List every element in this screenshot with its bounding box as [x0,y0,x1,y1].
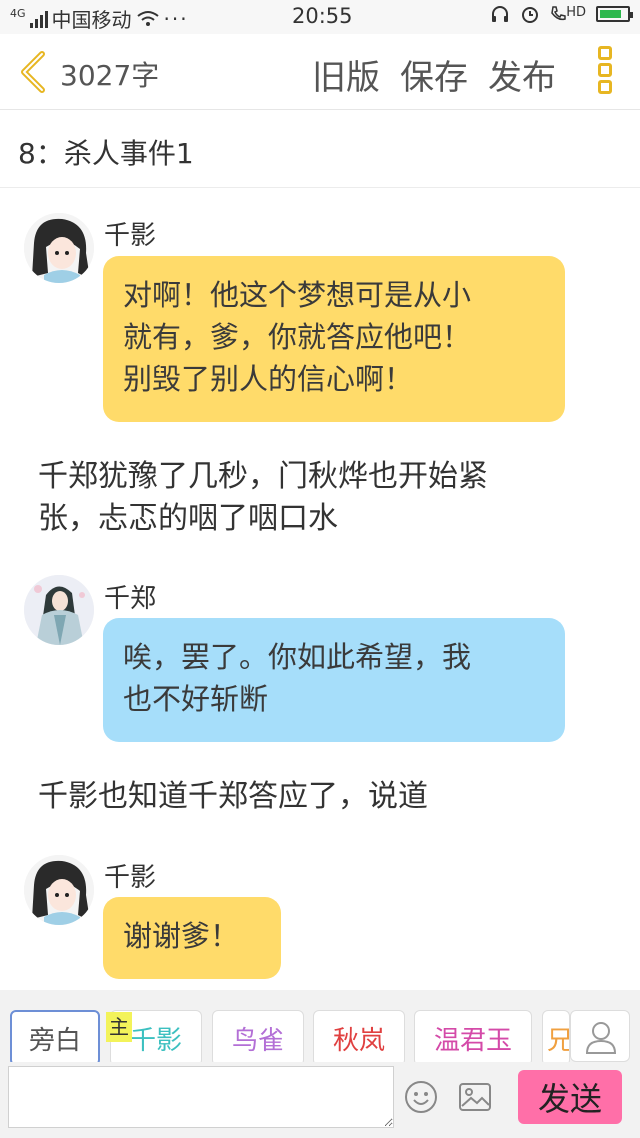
dialogue-bubble[interactable]: 唉，罢了。你如此希望，我 也不好斩断 [103,618,565,742]
role-qiulan[interactable]: 秋岚 [313,1010,405,1066]
narration-line: 千影也知道千郑答应了，说道 [38,779,428,814]
main-character-tag: 主 [106,1012,132,1042]
role-label: 秋岚 [332,1025,385,1056]
status-right: HD [490,4,633,24]
image-icon [459,1083,491,1111]
wifi-icon [136,10,159,26]
emoji-button[interactable] [404,1080,438,1114]
hd-call-icon: HD [550,5,586,23]
role-label: 兄 [547,1020,569,1057]
speaker-name: 千影 [104,221,157,251]
speaker-name: 千郑 [104,584,157,614]
back-chevron-icon [21,51,45,93]
hd-label: HD [566,5,586,20]
avatar-qianying[interactable] [24,213,94,283]
role-wenjunyu[interactable]: 温君玉 [414,1010,532,1066]
speaker-name: 千影 [104,863,157,893]
narration-line: 张，忐忑的咽了咽口水 [38,501,338,536]
character-manage-button[interactable] [570,1010,630,1062]
role-label: 千影 [129,1025,182,1056]
role-label: 旁白 [28,1025,81,1056]
signal-icon [29,10,48,28]
word-count: 3027字 [60,59,160,92]
emoji-icon [405,1081,437,1113]
bubble-line: 唉，罢了。你如此希望，我 [123,640,472,674]
menu-icon[interactable] [594,46,616,98]
network-type: 4G [10,6,26,20]
avatar-qianying[interactable] [24,855,94,925]
send-button[interactable]: 发送 [518,1070,622,1124]
image-button[interactable] [458,1082,492,1112]
battery-icon [596,6,633,22]
status-bar: 4G 中国移动 ··· 20:55 HD [0,0,640,34]
role-label: 鸟雀 [231,1025,284,1056]
narration-block[interactable]: 千影也知道千郑答应了，说道 [38,776,598,818]
profile-icon [585,1022,617,1054]
bubble-line: 也不好斩断 [123,682,269,716]
role-partial[interactable]: 兄 [542,1010,570,1066]
role-niaoque[interactable]: 鸟雀 [212,1010,304,1066]
editor-header: 3027字 旧版 保存 发布 [0,34,640,110]
narration-line: 千郑犹豫了几秒，门秋烨也开始紧 [38,459,488,494]
avatar-qianzheng[interactable] [24,575,94,645]
chapter-title: 8：杀人事件1 [0,110,640,188]
status-time: 20:55 [292,4,353,28]
message-input[interactable] [8,1066,394,1128]
status-left: 4G 中国移动 ··· [10,4,189,33]
back-button[interactable] [14,50,54,94]
bubble-line: 对啊！他这个梦想可是从小 [123,278,472,312]
more-status-icon: ··· [163,6,189,31]
bubble-line: 别毁了别人的信心啊！ [123,362,414,396]
save-button[interactable]: 保存 [400,50,468,99]
role-label: 温君玉 [433,1025,512,1056]
dialogue-bubble[interactable]: 对啊！他这个梦想可是从小 就有，爹，你就答应他吧！ 别毁了别人的信心啊！ [103,256,565,422]
alarm-icon [522,7,539,23]
narration-block[interactable]: 千郑犹豫了几秒，门秋烨也开始紧 张，忐忑的咽了咽口水 [38,456,598,540]
bubble-line: 谢谢爹！ [123,919,240,953]
old-version-button[interactable]: 旧版 [312,50,380,99]
role-narrator[interactable]: 旁白 [10,1010,100,1066]
carrier-name: 中国移动 [51,8,132,32]
publish-button[interactable]: 发布 [488,50,556,99]
dialogue-bubble[interactable]: 谢谢爹！ [103,897,281,979]
bubble-line: 就有，爹，你就答应他吧！ [123,320,472,354]
headphone-icon [492,6,509,22]
